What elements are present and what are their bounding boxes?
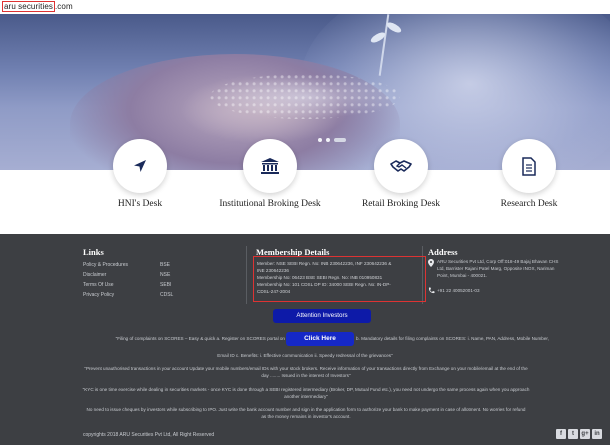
facebook-icon[interactable]: f (556, 429, 566, 439)
membership-line: Membership No: 06423 BSE SEBI Regn. No: … (257, 275, 383, 281)
site-logo[interactable]: aru securities .com (2, 1, 73, 12)
address-text: ARU Securities Pvt Ltd, Corp Off:018-49 … (437, 258, 607, 279)
link-terms[interactable]: Terms Of Use (83, 282, 114, 288)
divider (246, 246, 247, 304)
desk-icon-circle[interactable] (243, 139, 297, 193)
notice-unauthorised: "Prevent unauthorised transactions in yo… (84, 366, 528, 378)
document-icon (522, 156, 536, 176)
membership-line: Membership No: 101 CDSL DP ID: 34000 SEB… (257, 282, 391, 288)
membership-line: Member: NSE SEBI Regn. No: INB 230642236… (257, 261, 392, 266)
address-line: Ltd, Barrister Rajani Patel Marg, Opposi… (437, 266, 555, 271)
link-privacy[interactable]: Privacy Policy (83, 292, 114, 298)
desk-hni[interactable]: HNI's Desk (80, 139, 200, 219)
notice-kyc: "KYC is one time exercise while dealing … (82, 387, 530, 399)
membership-details: Member: NSE SEBI Regn. No: INB 230642236… (253, 256, 426, 302)
copyright-text: copyrights 2018 ARU Securities Pvt Ltd, … (83, 432, 215, 438)
handshake-icon (390, 160, 412, 172)
page: aru securities .com HNI's Desk Instituti… (0, 0, 610, 445)
hero-soil (210, 74, 400, 119)
social-links: f t g+ in (556, 429, 602, 439)
twitter-icon[interactable]: t (568, 429, 578, 439)
scores-text-right: b. Mandatory details for filing complain… (356, 336, 549, 341)
membership-line: CDSL-247-2004 (257, 289, 291, 295)
desk-research[interactable]: Research Desk (469, 139, 589, 219)
logo-highlight: aru securities (2, 1, 55, 12)
desk-icon-circle[interactable] (502, 139, 556, 193)
desk-label[interactable]: HNI's Desk (80, 199, 200, 209)
desk-institutional[interactable]: Institutional Broking Desk (210, 139, 330, 219)
google-plus-icon[interactable]: g+ (580, 429, 590, 439)
link-sebi[interactable]: SEBI (160, 282, 171, 288)
bank-icon (261, 158, 279, 174)
link-bse[interactable]: BSE (160, 262, 170, 268)
notice-ipo: No need to issue cheques by investors wh… (86, 407, 526, 419)
phone-icon (428, 287, 435, 294)
desk-label[interactable]: Institutional Broking Desk (210, 199, 330, 209)
link-cdsl[interactable]: CDSL (160, 292, 173, 298)
links-heading: Links (83, 247, 104, 257)
click-here-button[interactable]: Click Here (286, 332, 354, 346)
desk-label[interactable]: Research Desk (469, 199, 589, 209)
link-disclaimer[interactable]: Disclaimer (83, 272, 106, 278)
link-policy[interactable]: Policy & Procedures (83, 262, 128, 268)
scores-text-line2: Email ID c. Benefits: i. Effective commu… (217, 353, 393, 358)
attention-investors-button[interactable]: Attention Investors (273, 309, 371, 323)
linkedin-icon[interactable]: in (592, 429, 602, 439)
desk-retail[interactable]: Retail Broking Desk (341, 139, 461, 219)
location-pin-icon (428, 259, 434, 267)
desk-icon-circle[interactable] (374, 139, 428, 193)
desk-label[interactable]: Retail Broking Desk (341, 199, 461, 209)
membership-line: INE 230642236 (257, 268, 289, 274)
scores-text-left: "Filing of complaints on SCORES – Easy &… (115, 336, 285, 341)
top-bar: aru securities .com (0, 0, 610, 14)
link-nse[interactable]: NSE (160, 272, 170, 278)
arrow-icon (134, 160, 146, 172)
phone-number[interactable]: +91 22 40052001-03 (437, 288, 480, 293)
address-line: ARU Securities Pvt Ltd, Corp Off:018-49 … (437, 259, 559, 264)
logo-suffix: .com (54, 2, 73, 11)
address-heading: Address (428, 247, 458, 257)
desk-icon-circle[interactable] (113, 139, 167, 193)
address-line: Point, Mumbai - 400021. (437, 273, 488, 278)
footer: Links Policy & Procedures Disclaimer Ter… (0, 234, 610, 445)
